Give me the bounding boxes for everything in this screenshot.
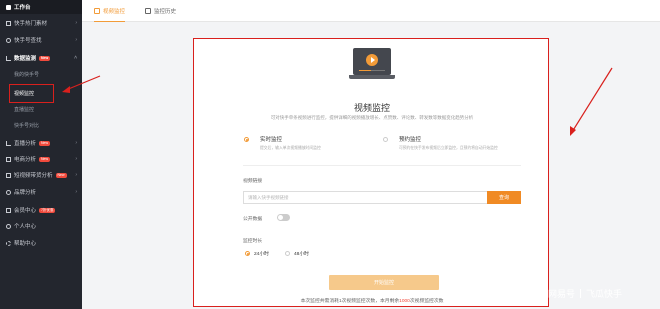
quota-text: 本次监控共需消耗1次视频监控次数，本月剩余: [300, 299, 400, 304]
quota-text: 次视频监控次数: [409, 299, 444, 304]
duration-option-48h[interactable]: 48小时: [285, 250, 309, 257]
public-data-label: 公开数据: [243, 217, 263, 222]
sidebar-item-short-video-sales[interactable]: 短视频带货分析 New ›: [0, 168, 82, 182]
radio-unselected[interactable]: [285, 251, 290, 256]
crown-icon: [6, 207, 11, 213]
start-monitor-button[interactable]: 开始监控: [329, 275, 439, 290]
arrowhead-icon: [570, 126, 576, 136]
video-icon: [6, 172, 11, 178]
watermark-right: 飞瓜快手: [586, 289, 623, 299]
monitor-icon: [94, 7, 100, 14]
sidebar-item-account-compare[interactable]: 快手号对比: [0, 118, 82, 132]
laptop-video-icon: [353, 48, 391, 75]
duration-label: 监控时长: [243, 239, 263, 244]
discount-badge: 7折优惠: [39, 207, 56, 213]
history-icon: [145, 8, 151, 14]
page-title: 视频监控: [353, 103, 390, 113]
play-icon: [366, 54, 378, 66]
sidebar-item-label: 个人中心: [14, 224, 37, 230]
public-data-toggle[interactable]: [277, 214, 290, 221]
video-monitor-panel: 视频监控 可对快手单条视频进行监控，提供详细的视频播放增长、点赞数、评论数、转发…: [193, 38, 549, 307]
sidebar-item-label: 工作台: [14, 5, 31, 11]
tab-label: 监控历史: [154, 9, 177, 15]
sidebar-item-label: 快手热门素材: [14, 21, 48, 27]
chevron-right-icon: ›: [75, 140, 77, 146]
sidebar-item-label: 快手号查找: [14, 38, 42, 44]
video-url-input[interactable]: [243, 191, 487, 204]
watermark: 网易号 飞瓜快手: [548, 287, 622, 300]
sidebar-item-personal-center[interactable]: 个人中心: [0, 219, 82, 233]
chevron-right-icon: ›: [75, 37, 77, 43]
sidebar-item-member-center[interactable]: 会员中心 7折优惠: [0, 203, 82, 217]
monitor-icon: [6, 55, 11, 61]
duration-text: 24小时: [254, 252, 269, 257]
chevron-up-icon: ˄: [74, 55, 77, 61]
dashboard-icon: [6, 4, 11, 10]
query-button[interactable]: 查询: [487, 191, 521, 204]
new-badge: New: [55, 172, 67, 178]
sidebar-item-workbench[interactable]: 工作台: [0, 0, 82, 14]
radio-unselected[interactable]: [383, 137, 388, 142]
cart-icon: [6, 156, 11, 162]
page-description: 可对快手单条视频进行监控，提供详细的视频播放增长、点赞数、评论数、转发数等数据变…: [270, 115, 474, 120]
sidebar: 工作台 快手热门素材 › 快手号查找 › 数据监测 New ˄ 我的快手号 视频…: [0, 0, 82, 309]
brand-icon: [6, 189, 11, 195]
watermark-left: 网易号: [548, 289, 576, 299]
tab-bar: 视频监控 监控历史: [82, 0, 660, 22]
chevron-right-icon: ›: [75, 20, 77, 26]
tab-label: 视频监控: [103, 8, 126, 15]
sidebar-item-live-analysis[interactable]: 直播分析 New ›: [0, 136, 82, 150]
sidebar-item-label: 会员中心: [14, 208, 37, 214]
annotation-highlight-box: [9, 84, 54, 103]
sidebar-item-label: 直播监控: [14, 106, 35, 113]
new-badge: New: [39, 55, 51, 61]
progress-bar: [359, 69, 385, 71]
sidebar-item-label: 直播分析: [14, 141, 37, 147]
laptop-base: [349, 75, 395, 79]
sidebar-item-live-monitor[interactable]: 直播监控: [0, 102, 82, 116]
sidebar-item-data-monitor[interactable]: 数据监测 New ˄: [0, 51, 82, 65]
sidebar-item-account-search[interactable]: 快手号查找 ›: [0, 33, 82, 47]
mode-sub: 可预约在快手发布视频后立即监控，且预约将自动开始监控: [399, 146, 498, 150]
tab-monitor-history[interactable]: 监控历史: [145, 0, 176, 22]
sidebar-item-my-accounts[interactable]: 我的快手号: [0, 67, 82, 81]
mode-label: 预约监控: [399, 137, 422, 143]
sidebar-item-label: 品牌分析: [14, 190, 37, 196]
radio-selected[interactable]: [245, 251, 250, 256]
quota-count: 1000: [399, 299, 410, 304]
chevron-right-icon: ›: [75, 172, 77, 178]
sidebar-item-label: 数据监测: [14, 56, 37, 62]
sidebar-item-ecommerce-analysis[interactable]: 电商分析 New ›: [0, 152, 82, 166]
sidebar-item-label: 电商分析: [14, 157, 37, 163]
sidebar-item-label: 我的快手号: [14, 71, 40, 78]
sidebar-item-help-center[interactable]: 帮助中心: [0, 236, 82, 250]
watermark-separator: [580, 289, 582, 298]
user-icon: [6, 223, 11, 229]
help-icon: [6, 240, 11, 246]
mode-label: 实时监控: [260, 137, 283, 143]
sidebar-item-label: 短视频带货分析: [14, 173, 53, 179]
sidebar-item-brand-analysis[interactable]: 品牌分析 ›: [0, 185, 82, 199]
sidebar-item-label: 快手号对比: [14, 122, 40, 129]
tab-video-monitor[interactable]: 视频监控: [94, 0, 126, 22]
sidebar-item-label: 帮助中心: [14, 241, 37, 247]
radio-selected[interactable]: [244, 137, 249, 142]
quota-note: 本次监控共需消耗1次视频监控次数，本月剩余1000次视频监控次数: [194, 297, 550, 304]
chevron-right-icon: ›: [75, 156, 77, 162]
duration-option-24h[interactable]: 24小时: [245, 250, 269, 257]
search-icon: [6, 37, 11, 43]
mode-sub: 提交后，输入单次视频播放时间监控: [260, 146, 321, 150]
fire-icon: [6, 20, 11, 26]
chevron-right-icon: ›: [75, 189, 77, 195]
sidebar-item-hot-materials[interactable]: 快手热门素材 ›: [0, 16, 82, 30]
video-url-label: 视频链接: [243, 179, 263, 184]
new-badge: New: [39, 156, 51, 162]
divider: [243, 165, 521, 166]
duration-text: 48小时: [294, 252, 309, 257]
annotation-arrow-right: [571, 67, 613, 133]
new-badge: New: [39, 140, 51, 146]
trend-icon: [6, 140, 11, 146]
